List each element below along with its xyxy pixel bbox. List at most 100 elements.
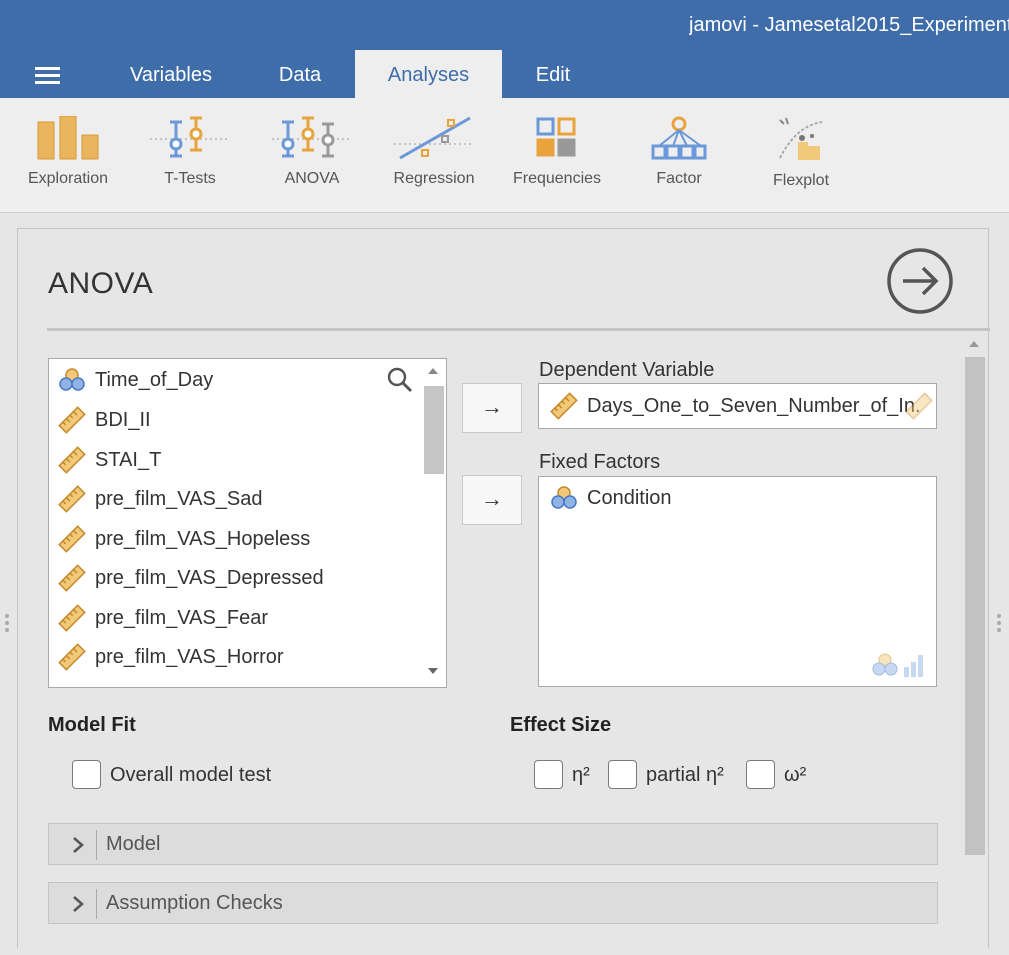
section-divider: [96, 830, 97, 860]
omega-squared-checkbox[interactable]: [746, 760, 775, 789]
ribbon-label: Exploration: [27, 170, 109, 187]
list-item[interactable]: Condition: [549, 483, 672, 513]
scroll-up-icon[interactable]: [428, 368, 438, 374]
variable-name: pre_film_VAS_Sad: [95, 487, 263, 510]
scroll-down-icon[interactable]: [428, 668, 438, 674]
variable-name: pre_film_VAS_Horror: [95, 645, 284, 668]
chevron-right-icon: [73, 837, 84, 853]
dependent-variable-box[interactable]: Days_One_to_Seven_Number_of_In...: [538, 383, 937, 429]
fixed-factors-label: Fixed Factors: [539, 451, 661, 473]
right-resize-handle[interactable]: [997, 614, 1001, 635]
move-to-factors-button[interactable]: →: [462, 475, 522, 525]
continuous-variable-icon: [57, 524, 87, 554]
ribbon-flexplot[interactable]: Flexplot: [740, 116, 862, 196]
variable-name: STAI_T: [95, 448, 162, 471]
exploration-icon: [37, 116, 99, 160]
ribbon-label: Regression: [393, 170, 475, 187]
panel-scroll-thumb[interactable]: [965, 357, 985, 855]
analyses-ribbon: Exploration T-Tests ANOVA Regression Fre…: [0, 98, 1009, 213]
effect-size-title: Effect Size: [510, 714, 612, 736]
model-section[interactable]: Model: [48, 823, 938, 865]
variable-name: pre_film_VAS_Depressed: [95, 566, 324, 589]
overall-model-test-label: Overall model test: [110, 764, 272, 786]
tab-variables[interactable]: Variables: [112, 50, 230, 98]
dependent-variable-item[interactable]: Days_One_to_Seven_Number_of_In...: [549, 391, 919, 421]
omega-squared-label: ω²: [784, 764, 807, 786]
assumption-checks-section[interactable]: Assumption Checks: [48, 882, 938, 924]
flexplot-icon: [779, 117, 823, 160]
variable-name: BDI_II: [95, 408, 151, 431]
t-tests-icon: [150, 116, 230, 158]
list-item[interactable]: pre_film_VAS_Depressed: [57, 563, 324, 593]
ribbon-regression[interactable]: Regression: [373, 116, 495, 196]
section-divider: [96, 889, 97, 919]
list-item[interactable]: Time_of_Day: [57, 365, 213, 395]
anova-icon: [272, 116, 352, 158]
regression-icon: [394, 116, 474, 160]
section-label: Model: [106, 833, 161, 855]
nominal-variable-icon: [57, 365, 87, 395]
ribbon-exploration[interactable]: Exploration: [7, 116, 129, 196]
scroll-up-icon[interactable]: [969, 341, 979, 347]
nominal-ordinal-watermark-icon: [872, 653, 923, 677]
fixed-factors-box[interactable]: Condition: [538, 476, 937, 687]
list-scroll-thumb[interactable]: [424, 386, 444, 474]
analysis-title: ANOVA: [48, 267, 154, 300]
ribbon-label: ANOVA: [284, 170, 340, 187]
partial-eta-squared-label: partial η²: [646, 764, 724, 786]
title-bar: jamovi - Jamesetal2015_Experiment2 Varia…: [0, 0, 1009, 98]
ribbon-anova[interactable]: ANOVA: [251, 116, 373, 196]
variable-name: Time_of_Day: [95, 368, 214, 391]
list-item[interactable]: pre_film_VAS_Hopeless: [57, 524, 310, 554]
partial-eta-squared-checkbox[interactable]: [608, 760, 637, 789]
tab-edit[interactable]: Edit: [518, 50, 588, 98]
continuous-variable-icon: [549, 391, 579, 421]
move-to-dependent-button[interactable]: →: [462, 383, 522, 433]
eta-squared-label: η²: [572, 764, 590, 786]
continuous-variable-icon: [57, 603, 87, 633]
dependent-variable-name: Days_One_to_Seven_Number_of_In...: [587, 394, 919, 417]
variable-list[interactable]: Time_of_Day BDI_II STAI_T pre_film_VAS_S…: [48, 358, 447, 688]
analysis-options-panel: ANOVA Time_of_Day BDI_II STAI_T pre_film…: [17, 228, 990, 948]
window-title: jamovi - Jamesetal2015_Experiment2: [689, 14, 1009, 36]
left-resize-handle[interactable]: [5, 614, 9, 635]
continuous-variable-icon: [57, 445, 87, 475]
list-item[interactable]: pre_film_VAS_Horror: [57, 642, 284, 672]
factor-name: Condition: [587, 486, 672, 509]
dependent-variable-label: Dependent Variable: [539, 359, 715, 381]
list-item[interactable]: pre_film_VAS_Fear: [57, 603, 268, 633]
tab-data[interactable]: Data: [258, 50, 342, 98]
variable-name: pre_film_VAS_Hopeless: [95, 527, 311, 550]
list-item[interactable]: STAI_T: [57, 445, 161, 475]
title-divider: [47, 328, 990, 331]
continuous-variable-icon: [57, 642, 87, 672]
list-item[interactable]: pre_film_VAS_Sad: [57, 484, 263, 514]
chevron-right-icon: [73, 896, 84, 912]
tab-analyses[interactable]: Analyses: [355, 50, 502, 98]
ribbon-frequencies[interactable]: Frequencies: [496, 116, 618, 196]
panel-scrollbar[interactable]: [963, 335, 987, 955]
ribbon-label: Factor: [656, 170, 702, 187]
search-icon[interactable]: [387, 367, 413, 393]
model-fit-title: Model Fit: [48, 714, 136, 736]
variable-name: pre_film_VAS_Fear: [95, 606, 269, 629]
menu-icon[interactable]: [35, 67, 60, 85]
section-label: Assumption Checks: [106, 892, 283, 914]
continuous-variable-icon: [57, 563, 87, 593]
factor-icon: [651, 116, 707, 160]
frequencies-icon: [536, 117, 576, 157]
eta-squared-checkbox[interactable]: [534, 760, 563, 789]
overall-model-test-checkbox[interactable]: [72, 760, 101, 789]
ribbon-label: Frequencies: [512, 170, 602, 187]
continuous-variable-icon: [57, 405, 87, 435]
ribbon-label: T-Tests: [164, 170, 216, 187]
ruler-watermark-icon: [905, 392, 933, 420]
nominal-variable-icon: [549, 483, 579, 513]
list-scrollbar[interactable]: [422, 360, 446, 686]
ribbon-factor[interactable]: Factor: [618, 116, 740, 196]
ribbon-label: Flexplot: [772, 172, 830, 189]
ribbon-t-tests[interactable]: T-Tests: [129, 116, 251, 196]
run-arrow-icon[interactable]: [885, 246, 955, 316]
list-item[interactable]: BDI_II: [57, 405, 151, 435]
continuous-variable-icon: [57, 484, 87, 514]
